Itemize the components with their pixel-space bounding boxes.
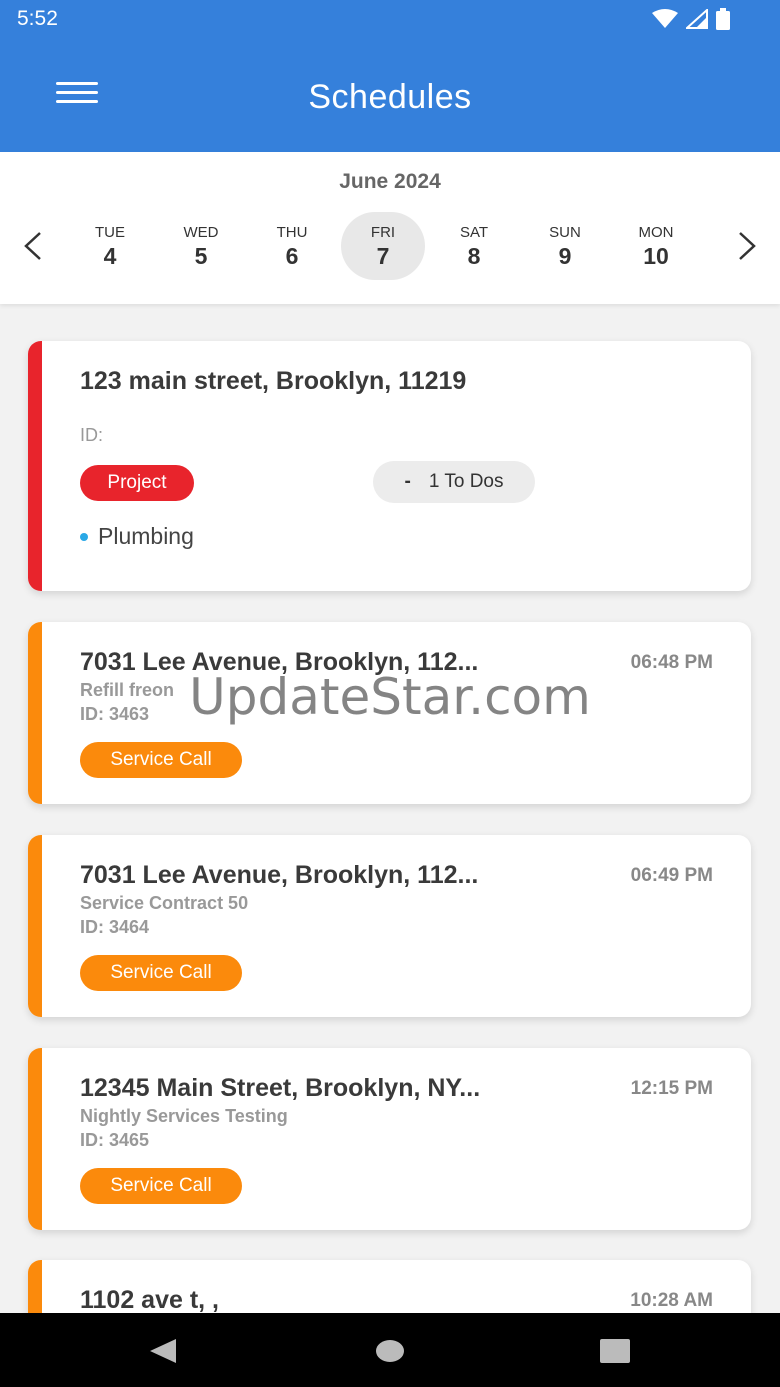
service-call-badge: Service Call	[80, 1168, 242, 1204]
card-stripe	[28, 835, 42, 1017]
page-title: Schedules	[308, 78, 472, 116]
calendar-month: June 2024	[339, 170, 441, 193]
day-tue[interactable]: TUE 4	[68, 212, 152, 280]
card-time: 06:49 PM	[630, 865, 713, 886]
card-time: 06:48 PM	[630, 652, 713, 673]
card-address: 7031 Lee Avenue, Brooklyn, 112...	[80, 861, 479, 889]
day-mon[interactable]: MON 10	[614, 212, 698, 280]
wifi-icon	[652, 9, 678, 28]
schedule-card[interactable]: 12345 Main Street, Brooklyn, NY... 12:15…	[28, 1048, 751, 1230]
card-address: 123 main street, Brooklyn, 11219	[80, 367, 467, 395]
card-stripe	[28, 622, 42, 804]
card-id: ID: 3465	[80, 1130, 150, 1150]
card-subtitle: Service Contract 50	[80, 893, 249, 913]
card-address: 12345 Main Street, Brooklyn, NY...	[80, 1074, 481, 1102]
bullet-icon	[80, 532, 88, 541]
signal-icon	[686, 9, 708, 29]
schedule-card[interactable]: 123 main street, Brooklyn, 11219 ID: Pro…	[28, 341, 751, 591]
card-address: 1102 ave t, ,	[80, 1286, 220, 1314]
battery-icon	[716, 8, 730, 30]
day-wed[interactable]: WED 5	[159, 212, 243, 280]
card-address: 7031 Lee Avenue, Brooklyn, 112...	[80, 648, 479, 676]
todo-sign: -	[404, 471, 411, 492]
chevron-right-icon	[739, 232, 756, 260]
schedule-card[interactable]: 7031 Lee Avenue, Brooklyn, 112... 06:49 …	[28, 835, 751, 1017]
day-sat[interactable]: SAT 8	[432, 212, 516, 280]
card-stripe	[28, 1048, 42, 1230]
project-badge: Project	[80, 465, 194, 501]
todo-label: 1 To Dos	[428, 471, 504, 492]
status-time: 5:52	[17, 7, 58, 30]
status-icons	[652, 8, 730, 30]
day-thu[interactable]: THU 6	[250, 212, 334, 280]
card-subtitle: Refill freon	[80, 680, 175, 700]
day-fri-selected[interactable]: FRI 7	[341, 212, 425, 280]
card-category: Plumbing	[80, 523, 194, 550]
card-stripe	[28, 341, 42, 591]
service-call-badge: Service Call	[80, 742, 242, 778]
service-call-badge: Service Call	[80, 955, 242, 991]
app-bar: Schedules	[0, 40, 780, 152]
card-subtitle: Nightly Services Testing	[80, 1106, 288, 1126]
home-icon[interactable]	[375, 1338, 405, 1364]
card-id: ID: 3464	[80, 917, 150, 937]
prev-week-button[interactable]	[18, 230, 48, 262]
calendar-days: TUE 4 WED 5 THU 6 FRI 7 SAT 8 SUN 9 MON 10	[65, 212, 715, 282]
system-nav-bar	[0, 1313, 780, 1387]
recents-icon[interactable]	[600, 1339, 630, 1363]
back-icon[interactable]	[148, 1337, 178, 1365]
category-label: Plumbing	[98, 523, 194, 549]
chevron-left-icon	[24, 232, 41, 260]
card-time: 12:15 PM	[630, 1078, 713, 1099]
day-sun[interactable]: SUN 9	[523, 212, 607, 280]
card-id: ID: 3463	[80, 704, 150, 724]
card-time: 10:28 AM	[630, 1290, 713, 1311]
next-week-button[interactable]	[732, 230, 762, 262]
schedule-card[interactable]: 7031 Lee Avenue, Brooklyn, 112... 06:48 …	[28, 622, 751, 804]
todo-chip[interactable]: - 1 To Dos	[373, 461, 535, 503]
card-id: ID:	[80, 425, 104, 445]
calendar-strip: June 2024 TUE 4 WED 5 THU 6 FRI 7 SAT 8 SUN 9 …	[0, 152, 780, 304]
status-bar: 5:52	[0, 0, 780, 40]
